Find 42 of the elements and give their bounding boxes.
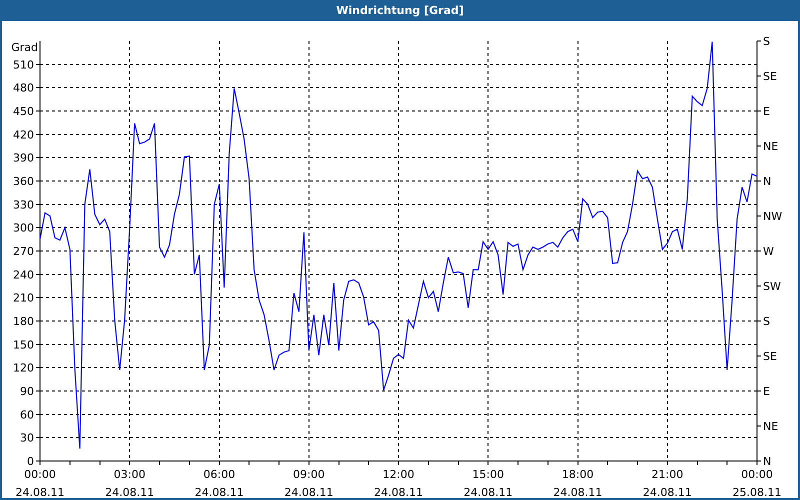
x-tick-label: 00:00 25.08.11 <box>732 468 782 498</box>
y-tick-label: 60 <box>20 408 34 422</box>
direction-label: N <box>763 175 772 188</box>
x-tick-label: 06:00 24.08.11 <box>194 468 244 498</box>
y-tick-label: 150 <box>13 338 34 352</box>
y-axis-title: Grad <box>11 41 38 54</box>
x-tick-label: 03:00 24.08.11 <box>105 468 154 498</box>
y-tick-label: 270 <box>13 245 34 258</box>
x-tick-label: 09:00 24.08.11 <box>284 468 334 498</box>
y-tick-label: 480 <box>13 82 34 95</box>
y-tick-label: 330 <box>13 198 34 212</box>
direction-label: E <box>763 105 770 118</box>
direction-label: SW <box>763 280 781 293</box>
direction-label: E <box>763 385 770 398</box>
y-tick-label: 90 <box>20 385 34 398</box>
x-tick-label: 12:00 24.08.11 <box>374 468 423 498</box>
y-tick-label: 180 <box>13 315 34 328</box>
x-tick-label: 00:00 24.08.11 <box>16 468 64 498</box>
direction-label: NW <box>763 210 782 223</box>
direction-label: N <box>763 455 772 468</box>
direction-label: S <box>763 315 770 328</box>
y-tick-label: 0 <box>27 455 34 468</box>
direction-label: SE <box>763 350 777 363</box>
direction-label: SE <box>763 70 777 83</box>
direction-label: W <box>763 245 774 258</box>
y-tick-label: 360 <box>13 175 34 188</box>
direction-label: S <box>763 35 770 48</box>
y-tick-label: 30 <box>20 432 34 445</box>
y-tick-label: 420 <box>13 128 34 142</box>
y-tick-label: 300 <box>13 222 34 235</box>
y-tick-label: 240 <box>13 268 34 282</box>
y-tick-label: 510 <box>13 58 34 72</box>
direction-label: NE <box>763 140 778 153</box>
y-tick-label: 120 <box>13 362 34 375</box>
window-title: Windrichtung [Grad] <box>336 3 464 19</box>
x-tick-label: 21:00 24.08.11 <box>642 468 692 498</box>
y-tick-label: 450 <box>13 105 34 118</box>
x-tick-label: 18:00 24.08.11 <box>553 468 602 498</box>
y-tick-label: 390 <box>13 152 34 165</box>
direction-label: NE <box>763 420 778 433</box>
x-tick-label: 15:00 24.08.11 <box>464 468 513 498</box>
y-tick-label: 210 <box>13 292 34 305</box>
